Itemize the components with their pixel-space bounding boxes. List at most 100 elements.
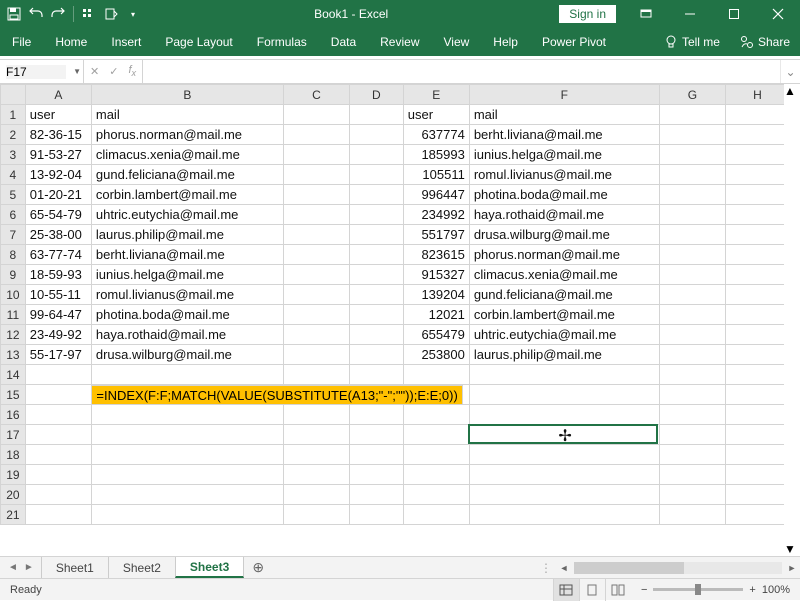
undo-icon[interactable] bbox=[26, 4, 46, 24]
cell-B20[interactable] bbox=[91, 485, 283, 505]
cell-A6[interactable]: 65-54-79 bbox=[25, 205, 91, 225]
cell-D17[interactable] bbox=[350, 425, 404, 445]
cell-F17[interactable] bbox=[469, 425, 659, 445]
cell-D10[interactable] bbox=[350, 285, 404, 305]
sheet-tab-1[interactable]: Sheet1 bbox=[41, 557, 109, 578]
cell-B17[interactable] bbox=[91, 425, 283, 445]
col-header-H[interactable]: H bbox=[725, 85, 784, 105]
cell-B9[interactable]: iunius.helga@mail.me bbox=[91, 265, 283, 285]
close-button[interactable] bbox=[756, 0, 800, 28]
cell-E3[interactable]: 185993 bbox=[403, 145, 469, 165]
cell-D13[interactable] bbox=[350, 345, 404, 365]
cell-D12[interactable] bbox=[350, 325, 404, 345]
cell-G15[interactable] bbox=[659, 385, 725, 405]
cancel-formula-icon[interactable]: ✕ bbox=[90, 65, 99, 78]
cell-E20[interactable] bbox=[403, 485, 469, 505]
cell-E2[interactable]: 637774 bbox=[403, 125, 469, 145]
zoom-level[interactable]: 100% bbox=[762, 584, 790, 596]
cell-D6[interactable] bbox=[350, 205, 404, 225]
tab-data[interactable]: Data bbox=[319, 28, 368, 56]
zoom-in-button[interactable]: + bbox=[749, 584, 755, 596]
prev-sheet-icon[interactable]: ◄ bbox=[8, 562, 18, 573]
tab-insert[interactable]: Insert bbox=[99, 28, 153, 56]
cell-C13[interactable] bbox=[283, 345, 349, 365]
tab-view[interactable]: View bbox=[432, 28, 482, 56]
cell-G4[interactable] bbox=[659, 165, 725, 185]
name-box[interactable] bbox=[6, 65, 66, 79]
next-sheet-icon[interactable]: ► bbox=[24, 562, 34, 573]
cell-G20[interactable] bbox=[659, 485, 725, 505]
cell-A15[interactable] bbox=[25, 385, 91, 405]
cell-D9[interactable] bbox=[350, 265, 404, 285]
row-header-18[interactable]: 18 bbox=[1, 445, 26, 465]
cell-E16[interactable] bbox=[403, 405, 469, 425]
cell-E17[interactable] bbox=[403, 425, 469, 445]
cell-G6[interactable] bbox=[659, 205, 725, 225]
cell-G9[interactable] bbox=[659, 265, 725, 285]
scroll-left-icon[interactable]: ◄ bbox=[556, 563, 572, 573]
cell-C2[interactable] bbox=[283, 125, 349, 145]
cell-B6[interactable]: uhtric.eutychia@mail.me bbox=[91, 205, 283, 225]
cell-C11[interactable] bbox=[283, 305, 349, 325]
cell-C1[interactable] bbox=[283, 105, 349, 125]
cell-E10[interactable]: 139204 bbox=[403, 285, 469, 305]
cell-E21[interactable] bbox=[403, 505, 469, 525]
cell-F15[interactable] bbox=[469, 385, 659, 405]
cell-B3[interactable]: climacus.xenia@mail.me bbox=[91, 145, 283, 165]
cell-D5[interactable] bbox=[350, 185, 404, 205]
row-header-7[interactable]: 7 bbox=[1, 225, 26, 245]
cell-G19[interactable] bbox=[659, 465, 725, 485]
cell-G17[interactable] bbox=[659, 425, 725, 445]
cell-C8[interactable] bbox=[283, 245, 349, 265]
zoom-out-button[interactable]: − bbox=[641, 584, 647, 596]
cell-D14[interactable] bbox=[350, 365, 404, 385]
cell-F4[interactable]: romul.livianus@mail.me bbox=[469, 165, 659, 185]
cell-E15[interactable] bbox=[403, 385, 469, 405]
cell-H6[interactable] bbox=[725, 205, 784, 225]
cell-F7[interactable]: drusa.wilburg@mail.me bbox=[469, 225, 659, 245]
cell-A8[interactable]: 63-77-74 bbox=[25, 245, 91, 265]
cell-C6[interactable] bbox=[283, 205, 349, 225]
ribbon-display-button[interactable] bbox=[624, 0, 668, 28]
cell-F12[interactable]: uhtric.eutychia@mail.me bbox=[469, 325, 659, 345]
cell-H10[interactable] bbox=[725, 285, 784, 305]
cell-G1[interactable] bbox=[659, 105, 725, 125]
cell-D20[interactable] bbox=[350, 485, 404, 505]
cell-A10[interactable]: 10-55-11 bbox=[25, 285, 91, 305]
col-header-D[interactable]: D bbox=[350, 85, 404, 105]
cell-F2[interactable]: berht.liviana@mail.me bbox=[469, 125, 659, 145]
cell-G2[interactable] bbox=[659, 125, 725, 145]
cell-D21[interactable] bbox=[350, 505, 404, 525]
select-all-corner[interactable] bbox=[1, 85, 26, 105]
cell-H3[interactable] bbox=[725, 145, 784, 165]
cell-D16[interactable] bbox=[350, 405, 404, 425]
cell-C18[interactable] bbox=[283, 445, 349, 465]
cell-A21[interactable] bbox=[25, 505, 91, 525]
cell-B7[interactable]: laurus.philip@mail.me bbox=[91, 225, 283, 245]
customize-qat-icon[interactable]: ▾ bbox=[123, 4, 143, 24]
cell-H12[interactable] bbox=[725, 325, 784, 345]
expand-formula-bar-icon[interactable]: ⌄ bbox=[780, 60, 800, 83]
tab-review[interactable]: Review bbox=[368, 28, 431, 56]
scroll-down-icon[interactable]: ▼ bbox=[784, 542, 800, 556]
namebox-dropdown-icon[interactable]: ▼ bbox=[73, 67, 81, 76]
cell-E13[interactable]: 253800 bbox=[403, 345, 469, 365]
tell-me-button[interactable]: Tell me bbox=[654, 28, 730, 56]
cell-G12[interactable] bbox=[659, 325, 725, 345]
cell-A19[interactable] bbox=[25, 465, 91, 485]
tab-home[interactable]: Home bbox=[43, 28, 99, 56]
row-header-13[interactable]: 13 bbox=[1, 345, 26, 365]
cell-F1[interactable]: mail bbox=[469, 105, 659, 125]
cell-B12[interactable]: haya.rothaid@mail.me bbox=[91, 325, 283, 345]
normal-view-button[interactable] bbox=[553, 579, 579, 601]
cell-F10[interactable]: gund.feliciana@mail.me bbox=[469, 285, 659, 305]
cell-B15[interactable] bbox=[91, 385, 283, 405]
row-header-6[interactable]: 6 bbox=[1, 205, 26, 225]
cell-B5[interactable]: corbin.lambert@mail.me bbox=[91, 185, 283, 205]
cell-G16[interactable] bbox=[659, 405, 725, 425]
cell-H9[interactable] bbox=[725, 265, 784, 285]
col-header-E[interactable]: E bbox=[403, 85, 469, 105]
cell-F19[interactable] bbox=[469, 465, 659, 485]
row-header-14[interactable]: 14 bbox=[1, 365, 26, 385]
cell-H5[interactable] bbox=[725, 185, 784, 205]
